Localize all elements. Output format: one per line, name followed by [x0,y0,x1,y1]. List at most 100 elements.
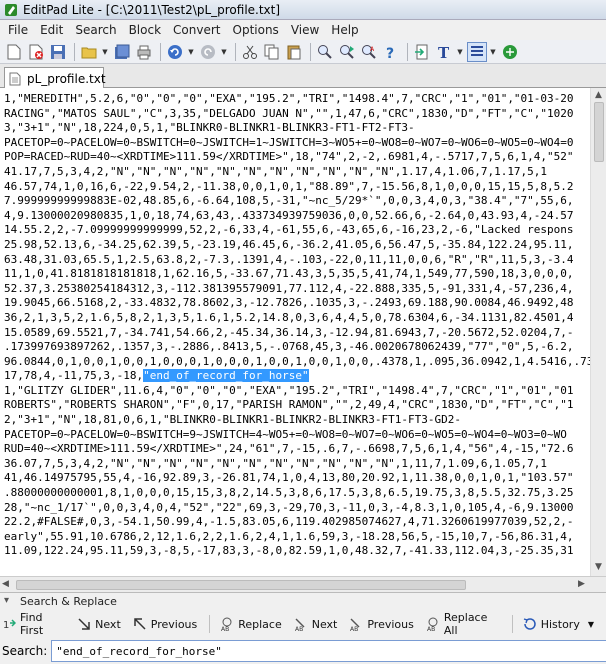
editor-line: POP=RACED~RUD=40~<XRDTIME>111.59</XRDTIM… [4,150,574,164]
replace-all-icon: AB [426,617,440,631]
svg-text:AB: AB [295,626,303,631]
menu-file[interactable]: File [2,23,34,37]
font-dropdown-icon[interactable]: ▼ [456,42,464,62]
editor-line: 11,1,0,41.8181818181818,1,62.16,5,-33.67… [4,267,574,281]
search-replace-title: Search & Replace [20,595,117,608]
menu-search[interactable]: Search [69,23,122,37]
editor-line: 19.9045,66.5168,2,-33.4832,78.8602,3,-12… [4,296,574,310]
menu-convert[interactable]: Convert [167,23,226,37]
editor-line: 22.2,#FALSE#,0,3,-54.1,50.99,4,-1.5,83.0… [4,515,574,529]
insert-file-icon[interactable] [412,42,432,62]
editor-line: RUD=40~<XRDTIME>111.59</XRDTIME>",24,"61… [4,442,574,456]
help-icon[interactable]: ? [381,42,401,62]
replace-button[interactable]: AB Replace [220,617,282,631]
replace-previous-icon: AB [349,617,363,631]
new-file-icon[interactable] [4,42,24,62]
replace-all-button[interactable]: AB Replace All [426,611,500,637]
find-next-icon[interactable] [337,42,357,62]
editor-line: 41,46.14975795,55,4,-16,92.89,3,-26.81,7… [4,471,574,485]
vertical-scrollbar[interactable]: ▲ ▼ [590,88,606,576]
svg-text:AB: AB [221,626,229,631]
find-first-button[interactable]: 1 Find First [2,611,65,637]
menu-help[interactable]: Help [325,23,364,37]
editor-line: 36,2,1,3,5,2,1.6,5,8,2,1,3,5,1.6,1,5.2,1… [4,310,574,324]
editor-line: 17,78,4,-11,75,3,-18,"end_of_record_for_… [4,369,590,384]
editor-line-text: 17,78,4,-11,75,3,-18, [4,369,144,383]
scroll-up-icon[interactable]: ▲ [595,90,602,100]
editor-line: 52.37,3.25380254184312,3,-112.3813955790… [4,281,574,295]
redo-dropdown-icon[interactable]: ▼ [220,42,228,62]
window-title: EditPad Lite - [C:\2011\Test2\pL_profile… [23,2,281,17]
replace-previous-button[interactable]: AB Previous [349,617,414,632]
find-next-button[interactable]: Next [77,617,121,631]
close-file-icon[interactable] [26,42,46,62]
search-row: Search: [2,639,606,663]
editor-line: 25.98,52.13,6,-34.25,62.39,5,-23.19,46.4… [4,237,574,251]
web-icon[interactable] [500,42,520,62]
find-previous-arrow-icon [133,617,147,631]
scroll-down-icon[interactable]: ▼ [595,562,602,572]
replace-next-button[interactable]: AB Next [294,617,338,632]
tab-label: pL_profile.txt [27,71,106,86]
menu-block[interactable]: Block [123,23,167,37]
menu-view[interactable]: View [285,23,325,37]
vertical-scroll-thumb[interactable] [594,102,604,162]
editor-line: 28,"~nc_1/17`",0,0,3,4,0,4,"52","22",69,… [4,500,574,514]
copy-icon[interactable] [262,42,282,62]
editor-line: .173997693897262,.1357,3,-.2886,.8413,5,… [4,340,574,354]
replace-icon[interactable]: A [359,42,379,62]
replace-next-icon: AB [294,617,308,631]
horizontal-scrollbar[interactable]: ◀ ▶ [0,576,606,592]
word-wrap-dropdown-icon[interactable]: ▼ [489,42,497,62]
cut-icon[interactable] [240,42,260,62]
history-icon [523,617,537,631]
open-dropdown-icon[interactable]: ▼ [101,42,109,62]
history-button[interactable]: History ▼ [523,617,594,631]
editpad-app-icon [4,3,18,17]
history-dropdown-icon: ▼ [587,619,594,629]
redo-icon[interactable] [198,42,218,62]
selected-text: "end_of_record_for_horse" [143,369,309,383]
font-icon[interactable]: T [434,42,454,62]
save-icon[interactable] [48,42,68,62]
scroll-right-icon[interactable]: ▶ [578,579,585,589]
tab-bar: pL_profile.txt [0,64,606,89]
panel-collapse-icon[interactable]: ▾ [4,595,9,606]
print-icon[interactable] [134,42,154,62]
editor-line: 4,9.13000020980835,1,0,18,74,63,43,.4337… [4,208,574,222]
word-wrap-icon[interactable] [467,41,487,62]
search-label: Search: [2,644,48,658]
editor-line: 36.07,7,5,3,4,2,"N","N","N","N","N","N",… [4,456,548,470]
tab-pl-profile[interactable]: pL_profile.txt [4,67,106,89]
horizontal-scroll-thumb[interactable] [16,580,466,590]
find-icon[interactable] [315,42,335,62]
toolbar: ▼ ▼ ▼ A ? T ▼ ▼ [0,40,606,64]
scroll-left-icon[interactable]: ◀ [2,579,9,589]
svg-text:T: T [438,44,450,60]
menu-options[interactable]: Options [227,23,285,37]
editor-line: 15.0589,69.5521,7,-34.741,54.66,2,-45.34… [4,325,574,339]
editor-line: early",55.91,10.6786,2,12,1.6,2,2,1.6,2,… [4,529,574,543]
find-previous-button[interactable]: Previous [133,617,197,631]
editor-line: 2,"3+1","N",18,81,0,6,1,"BLINKR0-BLINKR1… [4,413,461,427]
search-replace-panel: ▾ Search & Replace 1 Find First Next Pre… [0,592,606,664]
editor-line: 96.0844,0,1,0,0,1,0,0,1,0,0,0,1,0,0,0,1,… [4,354,590,368]
menu-edit[interactable]: Edit [34,23,69,37]
open-folder-icon[interactable] [79,42,99,62]
editor-line: PACETOP=0~PACELOW=0~BSWITCH=9~JSWITCH=4~… [4,427,567,441]
editor-line: 11.09,122.24,95.11,59,3,-8,5,-17,83,3,-8… [4,544,574,558]
save-all-icon[interactable] [112,42,132,62]
undo-icon[interactable] [165,42,185,62]
undo-dropdown-icon[interactable]: ▼ [187,42,195,62]
text-editor[interactable]: 1,"MEREDITH",5.2,6,"0","0","0","EXA","19… [0,88,590,576]
search-input[interactable] [51,640,606,662]
editor-line: 41.17,7,5,3,4,2,"N","N","N","N","N","N",… [4,164,548,178]
svg-text:A: A [370,46,375,53]
search-replace-buttons: 1 Find First Next Previous AB Replace AB… [2,611,606,637]
editor-line: 46.57,74,1,0,16,6,-22,9.54,2,-11.38,0,0,… [4,179,574,193]
svg-text:AB: AB [427,626,435,631]
editor-line: 63.48,31.03,65.5,1,2.5,63.8,2,-7.3,.1391… [4,252,574,266]
paste-icon[interactable] [284,42,304,62]
editor-line: .88000000000001,8,1,0,0,0,15,15,3,8,2,14… [4,486,574,500]
editor-line: 1,"MEREDITH",5.2,6,"0","0","0","EXA","19… [4,92,574,105]
